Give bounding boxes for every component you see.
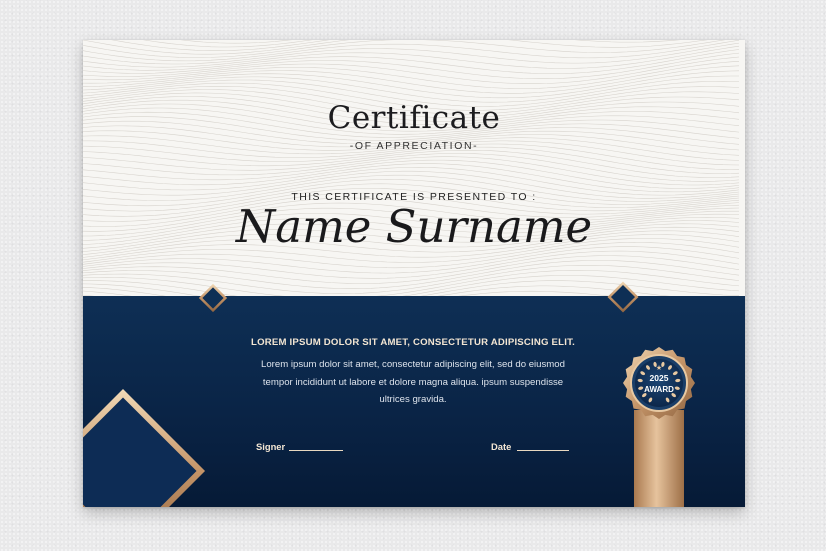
body-text: Lorem ipsum dolor sit amet, consectetur … [261,359,565,405]
body-heading: LOREM IPSUM DOLOR SIT AMET, CONSECTETUR … [251,337,575,348]
signer-label: Signer [256,441,286,452]
certificate-title: Certificate [327,100,501,136]
date-label: Date [491,441,512,452]
wave-pattern [83,40,740,296]
signer-line [289,450,343,451]
recipient-name: Name Surname [235,200,593,253]
certificate-subtitle: -OF APPRECIATION- [349,140,479,152]
date-line [517,450,569,451]
certificate-card: Certificate -OF APPRECIATION- THIS CERTI… [83,40,745,507]
